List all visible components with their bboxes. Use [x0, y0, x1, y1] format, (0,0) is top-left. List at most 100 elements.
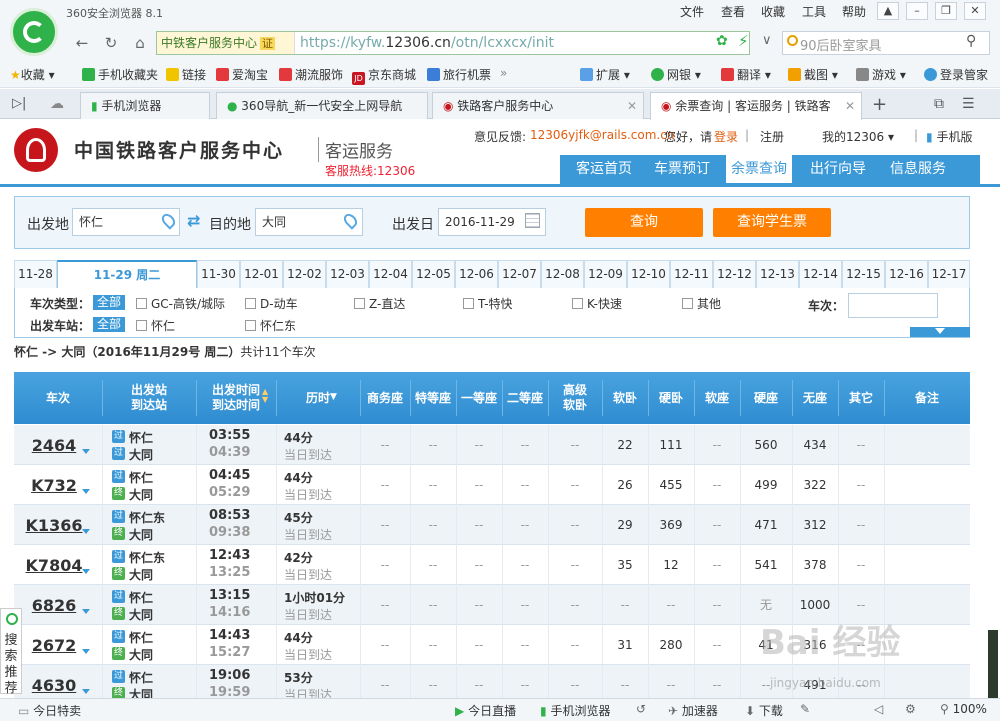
- zoom-level[interactable]: ⚲ 100%: [940, 702, 987, 716]
- filter-d[interactable]: D-动车: [245, 295, 298, 312]
- sort-icon[interactable]: ▼: [330, 392, 337, 402]
- bookmark-jd[interactable]: JD 京东商城: [352, 66, 416, 85]
- train-no-input[interactable]: [848, 293, 938, 318]
- tab-ticket-query[interactable]: ◉ 余票查询 | 客运服务 | 铁路客 ✕: [650, 92, 862, 120]
- date-tab[interactable]: 12-07: [498, 260, 541, 288]
- bookmark-overflow-icon[interactable]: »: [500, 66, 507, 80]
- nav-booking[interactable]: 车票预订: [646, 155, 718, 183]
- query-button[interactable]: 查询: [585, 208, 703, 237]
- register-link[interactable]: 注册: [760, 128, 784, 145]
- site-identity[interactable]: 中铁客户服务中心证: [157, 32, 295, 54]
- deals-link[interactable]: ▭ 今日特卖: [18, 702, 81, 719]
- filter-z[interactable]: Z-直达: [354, 295, 405, 312]
- date-tab[interactable]: 12-01: [240, 260, 283, 288]
- toolbar-bank[interactable]: 网银 ▾: [651, 66, 701, 83]
- settings-icon[interactable]: ⚙: [905, 702, 916, 716]
- date-tab[interactable]: 12-11: [670, 260, 713, 288]
- query-student-button[interactable]: 查询学生票: [713, 208, 831, 237]
- close-tab-icon[interactable]: ✕: [627, 93, 637, 119]
- date-tab-selected[interactable]: 11-29 周二: [57, 260, 197, 289]
- tab-menu-icon[interactable]: ☰: [962, 96, 975, 112]
- date-tab[interactable]: 12-06: [455, 260, 498, 288]
- menu-file[interactable]: 文件: [680, 3, 704, 20]
- date-tab[interactable]: 12-16: [885, 260, 928, 288]
- toolbar-extensions[interactable]: 扩展 ▾: [580, 66, 630, 83]
- url-text[interactable]: https://kyfw.12306.cn/otn/lcxxcx/init: [300, 32, 554, 54]
- mobile-version-link[interactable]: ▮ 手机版: [926, 128, 972, 145]
- filter-t[interactable]: T-特快: [463, 295, 513, 312]
- menu-tools[interactable]: 工具: [802, 3, 826, 20]
- date-tab[interactable]: 12-04: [369, 260, 412, 288]
- date-tab[interactable]: 12-02: [283, 260, 326, 288]
- type-all-chip[interactable]: 全部: [93, 295, 126, 310]
- history-icon[interactable]: ↺: [636, 702, 646, 716]
- security-icon[interactable]: ✿: [716, 33, 728, 49]
- mobile-browser-link[interactable]: ▮ 手机浏览器: [540, 702, 610, 719]
- sound-icon[interactable]: ◁: [874, 702, 883, 716]
- menu-view[interactable]: 查看: [721, 3, 745, 20]
- close-icon[interactable]: ✕: [964, 2, 986, 20]
- bookmark-mobile-fav[interactable]: 手机收藏夹: [82, 66, 158, 83]
- feedback-email-link[interactable]: 12306yjfk@rails.com.cn: [530, 128, 674, 142]
- cloud-icon[interactable]: ☁: [50, 96, 64, 112]
- filter-station-huairen[interactable]: 怀仁: [136, 317, 175, 334]
- checkbox[interactable]: [136, 320, 147, 331]
- filter-gc[interactable]: GC-高铁/城际: [136, 295, 225, 312]
- date-tab[interactable]: 12-05: [412, 260, 455, 288]
- railway-logo-icon[interactable]: [14, 128, 58, 172]
- bookmark-links[interactable]: 链接: [166, 66, 206, 83]
- nav-home[interactable]: 客运首页: [568, 155, 640, 183]
- bookmark-taobao[interactable]: 爱淘宝: [216, 66, 268, 83]
- menu-favorites[interactable]: 收藏: [761, 3, 785, 20]
- search-recommend-tab[interactable]: 搜索推荐: [0, 608, 22, 696]
- checkbox[interactable]: [245, 298, 256, 309]
- toolbar-games[interactable]: 游戏 ▾: [856, 66, 906, 83]
- new-tab-icon[interactable]: +: [872, 94, 887, 115]
- checkbox[interactable]: [136, 298, 147, 309]
- close-tab-icon[interactable]: ✕: [845, 93, 855, 119]
- toolbar-screenshot[interactable]: 截图 ▾: [788, 66, 838, 83]
- swap-icon[interactable]: ⇄: [187, 211, 200, 230]
- speed-mode-icon[interactable]: ⚡: [738, 32, 749, 50]
- date-tab[interactable]: 11-30: [197, 260, 240, 288]
- chevron-down-icon[interactable]: ∨: [762, 33, 772, 48]
- chevron-down-icon[interactable]: [82, 449, 90, 454]
- chevron-down-icon[interactable]: [82, 649, 90, 654]
- bookmark-flights[interactable]: 旅行机票: [427, 66, 491, 83]
- tab-railway[interactable]: ◉ 铁路客户服务中心 ✕: [432, 92, 644, 119]
- date-tab[interactable]: 12-10: [627, 260, 670, 288]
- bookmark-fashion[interactable]: 潮流服饰: [279, 66, 343, 83]
- chevron-down-icon[interactable]: [935, 328, 945, 334]
- date-tab[interactable]: 12-15: [842, 260, 885, 288]
- minimize-icon[interactable]: –: [906, 2, 928, 20]
- nav-info-service[interactable]: 信息服务: [880, 155, 956, 183]
- nav-travel-guide[interactable]: 出行向导: [802, 155, 874, 183]
- station-all-chip[interactable]: 全部: [93, 317, 126, 332]
- search-icon[interactable]: ⚲: [966, 33, 976, 49]
- chevron-down-icon[interactable]: [82, 489, 90, 494]
- chevron-down-icon[interactable]: [82, 569, 90, 574]
- filter-other[interactable]: 其他: [682, 295, 721, 312]
- search-engine-icon[interactable]: [787, 35, 798, 46]
- my12306-menu[interactable]: 我的12306 ▾: [822, 128, 894, 145]
- date-tab[interactable]: 12-17: [928, 260, 970, 288]
- tab-360-nav[interactable]: ● 360导航_新一代安全上网导航: [216, 92, 428, 119]
- restore-tabs-icon[interactable]: ⧉: [934, 96, 944, 112]
- checkbox[interactable]: [354, 298, 365, 309]
- maximize-icon[interactable]: ❐: [935, 2, 957, 20]
- menu-help[interactable]: 帮助: [842, 3, 866, 20]
- filter-k[interactable]: K-快速: [572, 295, 622, 312]
- date-tab[interactable]: 12-13: [756, 260, 799, 288]
- refresh-icon[interactable]: ↻: [101, 34, 121, 52]
- download-link[interactable]: ⬇ 下载: [745, 702, 783, 719]
- nav-remaining-tickets[interactable]: 余票查询: [726, 155, 792, 183]
- browser-logo-icon[interactable]: [10, 8, 58, 56]
- tab-mobile-browser[interactable]: ▮ 手机浏览器: [80, 92, 210, 119]
- column-header[interactable]: 历时: [276, 372, 360, 424]
- sort-icon[interactable]: ▲ ▼: [262, 388, 268, 404]
- chevron-down-icon[interactable]: [82, 609, 90, 614]
- date-tab[interactable]: 11-28: [14, 260, 57, 288]
- chevron-down-icon[interactable]: [82, 529, 90, 534]
- checkbox[interactable]: [245, 320, 256, 331]
- calendar-icon[interactable]: [525, 213, 540, 228]
